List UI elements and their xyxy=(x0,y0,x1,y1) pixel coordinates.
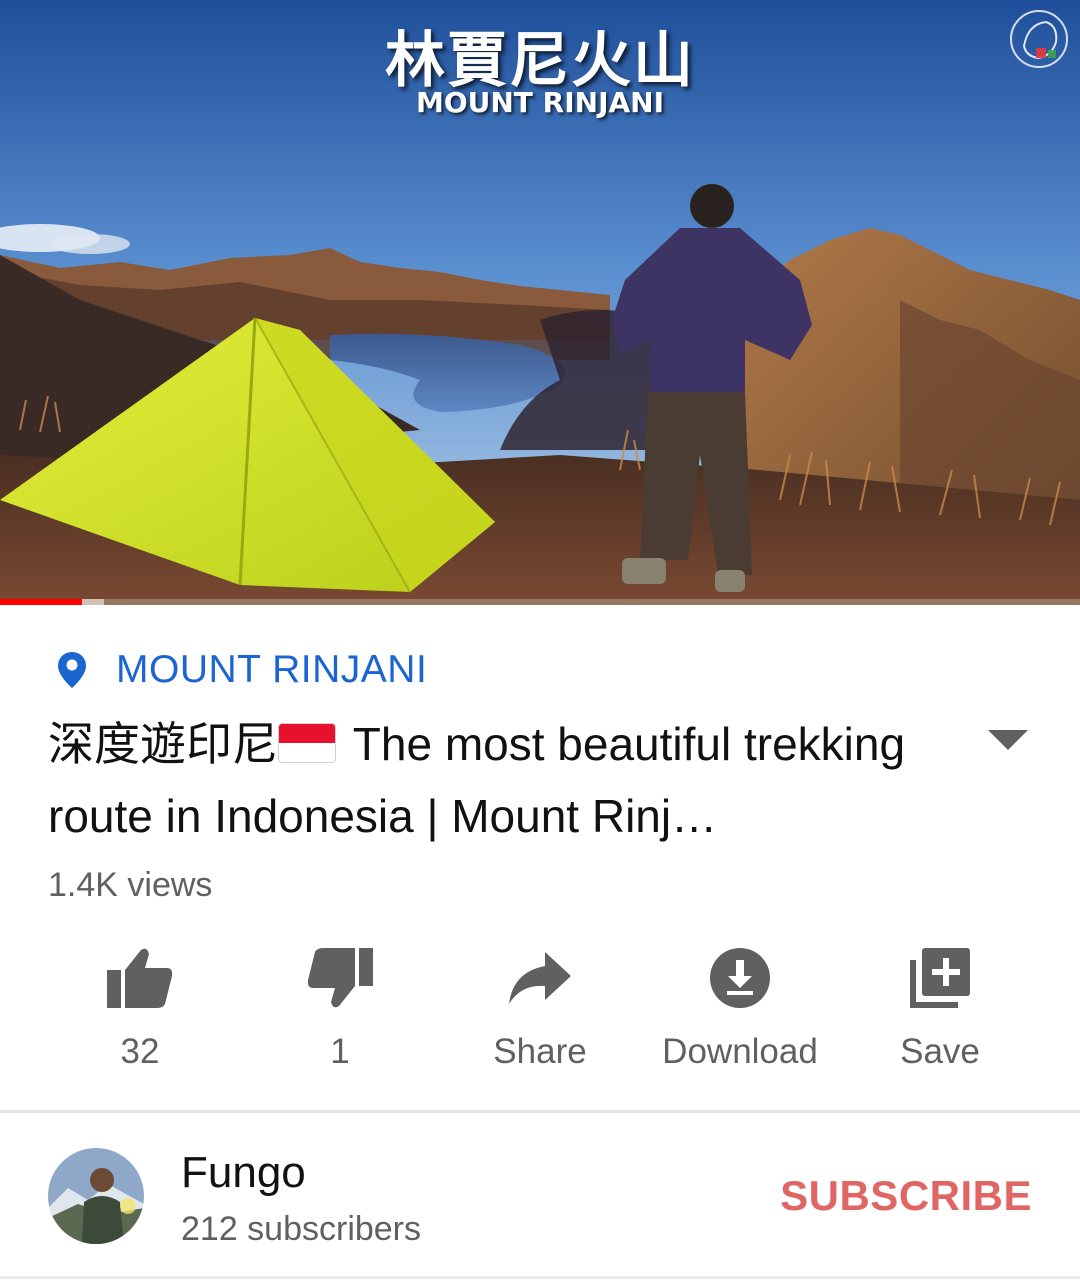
expand-description-icon[interactable] xyxy=(988,730,1028,750)
channel-watermark-icon[interactable] xyxy=(1006,6,1072,72)
progress-bar[interactable] xyxy=(0,599,1080,605)
dislike-button[interactable]: 1 xyxy=(240,940,440,1080)
video-overlay-subtitle: MOUNT RINJANI xyxy=(415,86,665,119)
location-label: MOUNT RINJANI xyxy=(116,648,428,691)
section-divider xyxy=(0,1110,1080,1113)
indonesia-flag-icon xyxy=(278,723,336,763)
channel-row: Fungo 212 subscribers SUBSCRIBE xyxy=(48,1146,1038,1248)
playlist-add-icon xyxy=(902,940,978,1016)
video-title[interactable]: 深度遊印尼 The most beautiful trekking route … xyxy=(48,708,968,852)
video-player[interactable]: 林賈尼火山 MOUNT RINJANI xyxy=(0,0,1080,605)
progress-played xyxy=(0,599,83,605)
share-icon xyxy=(502,940,578,1016)
save-button[interactable]: Save xyxy=(840,940,1040,1080)
dislike-count: 1 xyxy=(330,1032,350,1071)
location-link[interactable]: MOUNT RINJANI xyxy=(56,648,427,692)
download-icon xyxy=(702,940,778,1016)
subscriber-count: 212 subscribers xyxy=(181,1210,422,1248)
bottom-divider xyxy=(0,1276,1080,1279)
channel-name[interactable]: Fungo xyxy=(181,1148,306,1198)
subscribe-button[interactable]: SUBSCRIBE xyxy=(780,1172,1032,1220)
channel-avatar[interactable] xyxy=(48,1148,144,1244)
video-title-prefix: 深度遊印尼 xyxy=(48,718,278,770)
like-button[interactable]: 32 xyxy=(40,940,240,1080)
thumbs-up-icon xyxy=(102,940,178,1016)
share-button[interactable]: Share xyxy=(440,940,640,1080)
view-count: 1.4K views xyxy=(48,866,213,904)
like-count: 32 xyxy=(120,1032,160,1071)
thumbs-down-icon xyxy=(302,940,378,1016)
share-label: Share xyxy=(493,1032,587,1071)
save-label: Save xyxy=(900,1032,980,1071)
location-pin-icon xyxy=(58,652,86,688)
download-label: Download xyxy=(662,1032,818,1071)
action-bar: 32 1 Share Download Save xyxy=(40,940,1040,1080)
download-button[interactable]: Download xyxy=(640,940,840,1080)
